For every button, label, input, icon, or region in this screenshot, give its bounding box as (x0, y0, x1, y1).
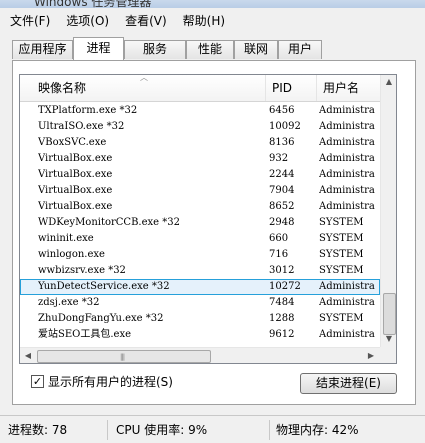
process-pid: 2244 (269, 169, 295, 180)
process-name: wininit.exe (38, 233, 94, 244)
process-user: Administra (319, 297, 375, 308)
horizontal-scroll-thumb[interactable]: ||| (37, 350, 211, 363)
status-process-count: 进程数: 78 (2, 420, 108, 440)
process-user: Administra (319, 281, 375, 292)
process-row[interactable]: winlogon.exe 716 SYSTEM (20, 247, 380, 263)
process-pid: 1288 (269, 313, 295, 324)
process-name: VirtualBox.exe (38, 169, 113, 180)
process-row[interactable]: VirtualBox.exe 2244 Administra (20, 167, 380, 183)
process-pid: 660 (269, 233, 289, 244)
process-pid: 7484 (269, 297, 295, 308)
process-pid: 932 (269, 153, 289, 164)
scroll-up-icon[interactable]: ▲ (381, 77, 396, 86)
process-user: Administra (319, 169, 375, 180)
status-bar: 进程数: 78 CPU 使用率: 9% 物理内存: 42% (0, 415, 425, 443)
process-pid: 6456 (269, 105, 295, 116)
process-name: VirtualBox.exe (38, 201, 113, 212)
process-name: UltraISO.exe *32 (38, 121, 125, 132)
process-pid: 716 (269, 249, 289, 260)
process-row[interactable]: 爱站SEO工具包.exe 9612 Administra (20, 327, 380, 343)
process-user: Administra (319, 121, 375, 132)
process-user: Administra (319, 201, 375, 212)
scroll-left-icon[interactable]: ◀ (20, 351, 36, 360)
window-title: Windows 任务管理器 (34, 0, 152, 8)
end-process-button[interactable]: 结束进程(E) (300, 373, 397, 394)
tab-processes[interactable]: 进程 (73, 37, 124, 60)
process-user: Administra (319, 105, 375, 116)
scroll-down-icon[interactable]: ▼ (381, 334, 396, 343)
process-name: winlogon.exe (38, 249, 105, 260)
process-name: WDKeyMonitorCCB.exe *32 (38, 217, 180, 228)
process-name: VirtualBox.exe (38, 185, 113, 196)
process-pid: 2948 (269, 217, 295, 228)
scroll-corner (380, 347, 396, 363)
menu-help[interactable]: 帮助(H) (177, 10, 231, 31)
list-header: ︿ 映像名称 PID 用户名 (20, 75, 380, 102)
process-user: SYSTEM (319, 265, 364, 276)
process-row[interactable]: VirtualBox.exe 932 Administra (20, 151, 380, 167)
process-name: VirtualBox.exe (38, 153, 113, 164)
title-bar: Windows 任务管理器 (0, 0, 425, 8)
process-pid: 8652 (269, 201, 295, 212)
vertical-scroll-thumb[interactable] (383, 293, 396, 335)
tab-applications[interactable]: 应用程序 (12, 40, 73, 59)
process-user: SYSTEM (319, 313, 364, 324)
process-row[interactable]: VBoxSVC.exe 8136 Administra (20, 135, 380, 151)
column-header-image-name[interactable]: 映像名称 (32, 75, 266, 101)
process-user: Administra (319, 137, 375, 148)
process-row[interactable]: YunDetectService.exe *32 10272 Administra (20, 279, 380, 295)
process-row[interactable]: UltraISO.exe *32 10092 Administra (20, 119, 380, 135)
process-row[interactable]: TXPlatform.exe *32 6456 Administra (20, 103, 380, 119)
process-name: zdsj.exe *32 (38, 297, 100, 308)
menu-options[interactable]: 选项(O) (60, 10, 115, 31)
scroll-grip-icon: ||| (120, 353, 125, 361)
process-name: 爱站SEO工具包.exe (38, 329, 132, 340)
process-name: YunDetectService.exe *32 (38, 281, 170, 292)
process-user: SYSTEM (319, 249, 364, 260)
menu-view[interactable]: 查看(V) (119, 10, 173, 31)
process-rows: TXPlatform.exe *32 6456 Administra UltraISO… (20, 103, 380, 343)
status-memory: 物理内存: 42% (276, 423, 359, 437)
process-pid: 10272 (269, 281, 301, 292)
process-row[interactable]: wininit.exe 660 SYSTEM (20, 231, 380, 247)
vertical-scrollbar[interactable]: ▲ ▼ (380, 75, 396, 347)
process-user: SYSTEM (319, 217, 364, 228)
process-user: Administra (319, 185, 375, 196)
process-pid: 8136 (269, 137, 295, 148)
scroll-right-icon[interactable]: ▶ (363, 351, 379, 360)
process-row[interactable]: zdsj.exe *32 7484 Administra (20, 295, 380, 311)
tab-services[interactable]: 服务 (124, 40, 186, 59)
process-pid: 9612 (269, 329, 295, 340)
process-pid: 3012 (269, 265, 295, 276)
process-name: ZhuDongFangYu.exe *32 (38, 313, 164, 324)
tab-users[interactable]: 用户 (278, 40, 322, 59)
process-row[interactable]: VirtualBox.exe 7904 Administra (20, 183, 380, 199)
process-pid: 10092 (269, 121, 301, 132)
tab-performance[interactable]: 性能 (186, 40, 234, 59)
process-name: TXPlatform.exe *32 (38, 105, 138, 116)
process-name: wwbizsrv.exe *32 (38, 265, 126, 276)
column-header-pid[interactable]: PID (266, 75, 317, 101)
process-row[interactable]: VirtualBox.exe 8652 Administra (20, 199, 380, 215)
process-pid: 7904 (269, 185, 295, 196)
process-user: Administra (319, 329, 375, 340)
tab-networking[interactable]: 联网 (234, 40, 278, 59)
column-header-user[interactable]: 用户名 (317, 75, 380, 101)
menu-bar: 文件(F) 选项(O) 查看(V) 帮助(H) (0, 8, 425, 32)
process-row[interactable]: WDKeyMonitorCCB.exe *32 2948 SYSTEM (20, 215, 380, 231)
show-all-users-option[interactable]: ✓ 显示所有用户的进程(S) (31, 373, 173, 389)
process-user: SYSTEM (319, 233, 364, 244)
process-row[interactable]: wwbizsrv.exe *32 3012 SYSTEM (20, 263, 380, 279)
checkmark-icon: ✓ (32, 374, 43, 388)
show-all-users-label[interactable]: 显示所有用户的进程(S) (48, 373, 173, 390)
status-cpu-usage: CPU 使用率: 9% (110, 420, 270, 440)
process-row[interactable]: ZhuDongFangYu.exe *32 1288 SYSTEM (20, 311, 380, 327)
process-list[interactable]: ︿ 映像名称 PID 用户名 TXPlatform.exe *32 6456 Adm… (19, 74, 397, 364)
menu-file[interactable]: 文件(F) (4, 10, 56, 31)
process-name: VBoxSVC.exe (38, 137, 107, 148)
show-all-users-checkbox[interactable]: ✓ (31, 374, 44, 388)
horizontal-scrollbar[interactable]: ◀ ||| ▶ (20, 347, 380, 363)
process-user: Administra (319, 153, 375, 164)
